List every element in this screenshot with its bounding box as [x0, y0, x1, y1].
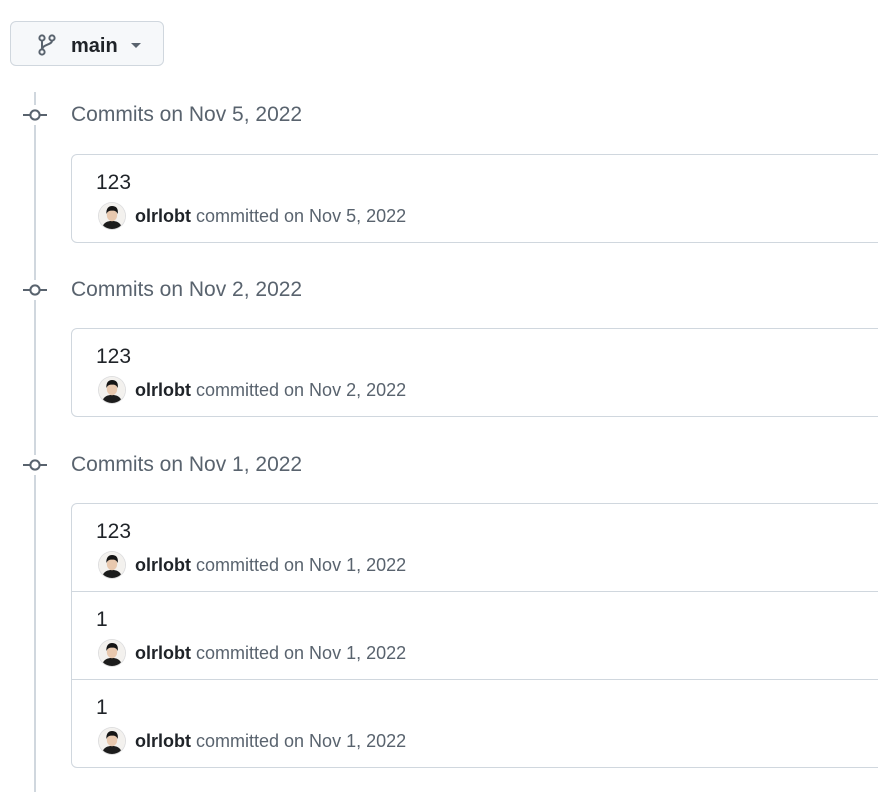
- commit-row: 1 olrlobt committed on Nov 1, 2022: [72, 591, 878, 679]
- git-commit-icon: [22, 105, 48, 125]
- user-avatar-icon: [99, 640, 125, 666]
- commit-author-link[interactable]: olrlobt: [135, 206, 191, 226]
- commit-message-link[interactable]: 1: [96, 695, 108, 721]
- avatar[interactable]: [99, 203, 125, 229]
- commit-author-link[interactable]: olrlobt: [135, 380, 191, 400]
- commit-message-link[interactable]: 123: [96, 170, 131, 196]
- commit-row: 1 olrlobt committed on Nov 1, 2022: [72, 679, 878, 767]
- commit-date-text: committed on Nov 5, 2022: [196, 206, 407, 226]
- commit-author-link[interactable]: olrlobt: [135, 555, 191, 575]
- commit-list: 123 olrlobt committed on Nov 5, 2022: [71, 154, 878, 243]
- user-avatar-icon: [99, 203, 125, 229]
- git-commit-icon: [22, 280, 48, 300]
- timeline-line: [34, 92, 36, 792]
- commit-row: 123 olrlobt committed on Nov 5, 2022: [72, 155, 878, 242]
- commit-author-link[interactable]: olrlobt: [135, 731, 191, 751]
- commit-group-title: Commits on Nov 1, 2022: [71, 453, 303, 476]
- commit-row: 123 olrlobt committed on Nov 2, 2022: [72, 329, 878, 416]
- avatar[interactable]: [99, 552, 125, 578]
- user-avatar-icon: [99, 377, 125, 403]
- commit-group-title: Commits on Nov 2, 2022: [71, 278, 303, 301]
- avatar[interactable]: [99, 377, 125, 403]
- commit-date-text: committed on Nov 1, 2022: [196, 731, 407, 751]
- commit-message-link[interactable]: 123: [96, 344, 131, 370]
- caret-down-icon: [131, 43, 141, 48]
- commit-group-header: Commits on Nov 1, 2022: [22, 451, 422, 479]
- avatar[interactable]: [99, 640, 125, 666]
- commit-date-text: committed on Nov 1, 2022: [196, 555, 407, 575]
- user-avatar-icon: [99, 728, 125, 754]
- commit-author-link[interactable]: olrlobt: [135, 643, 191, 663]
- commit-date-text: committed on Nov 2, 2022: [196, 380, 407, 400]
- commit-group-title: Commits on Nov 5, 2022: [71, 103, 303, 126]
- commit-row: 123 olrlobt committed on Nov 1, 2022: [72, 504, 878, 591]
- commit-list: 123 olrlobt committed on Nov 1, 2022 1 o…: [71, 503, 878, 768]
- commit-list: 123 olrlobt committed on Nov 2, 2022: [71, 328, 878, 417]
- branch-selector-button[interactable]: main: [10, 21, 164, 66]
- commit-meta: olrlobt committed on Nov 2, 2022: [135, 377, 406, 403]
- commit-meta: olrlobt committed on Nov 1, 2022: [135, 640, 406, 666]
- commit-meta: olrlobt committed on Nov 5, 2022: [135, 203, 406, 229]
- branch-name: main: [71, 35, 118, 57]
- user-avatar-icon: [99, 552, 125, 578]
- commit-message-link[interactable]: 1: [96, 607, 108, 633]
- commit-message-link[interactable]: 123: [96, 519, 131, 545]
- commit-group-header: Commits on Nov 5, 2022: [22, 101, 422, 129]
- commit-group-header: Commits on Nov 2, 2022: [22, 276, 422, 304]
- avatar[interactable]: [99, 728, 125, 754]
- commit-date-text: committed on Nov 1, 2022: [196, 643, 407, 663]
- git-branch-icon: [38, 34, 56, 56]
- commit-meta: olrlobt committed on Nov 1, 2022: [135, 728, 406, 754]
- commit-meta: olrlobt committed on Nov 1, 2022: [135, 552, 406, 578]
- git-commit-icon: [22, 455, 48, 475]
